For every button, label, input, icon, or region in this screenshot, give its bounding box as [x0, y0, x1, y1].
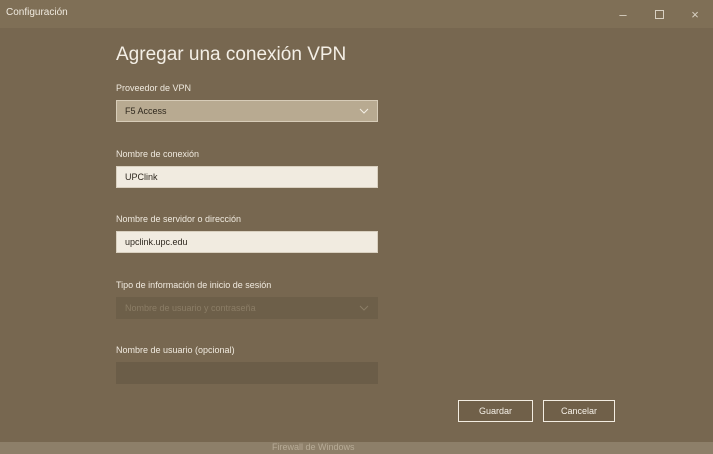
- window-controls: – ×: [605, 0, 713, 28]
- sign-in-type-label: Tipo de información de inicio de sesión: [116, 280, 272, 290]
- server-address-label: Nombre de servidor o dirección: [116, 214, 242, 224]
- add-vpn-dialog: Agregar una conexión VPN Proveedor de VP…: [0, 28, 713, 442]
- connection-name-input[interactable]: UPClink: [116, 166, 378, 188]
- username-input[interactable]: [116, 362, 378, 384]
- server-address-value: upclink.upc.edu: [125, 237, 188, 247]
- chevron-down-icon: [359, 304, 369, 312]
- chevron-down-icon: [359, 107, 369, 115]
- vpn-provider-label: Proveedor de VPN: [116, 83, 192, 93]
- connection-name-value: UPClink: [125, 172, 158, 182]
- minimize-icon: –: [619, 6, 627, 22]
- sign-in-type-value: Nombre de usuario y contraseña: [125, 303, 256, 313]
- close-button[interactable]: ×: [677, 0, 713, 28]
- minimize-button[interactable]: –: [605, 0, 641, 28]
- close-icon: ×: [691, 6, 699, 22]
- vpn-provider-value: F5 Access: [125, 106, 167, 116]
- title-bar: Configuración – ×: [0, 0, 713, 28]
- window-title: Configuración: [6, 7, 68, 18]
- username-label: Nombre de usuario (opcional): [116, 345, 235, 355]
- connection-name-label: Nombre de conexión: [116, 149, 200, 159]
- server-address-input[interactable]: upclink.upc.edu: [116, 231, 378, 253]
- sign-in-type-select[interactable]: Nombre de usuario y contraseña: [116, 297, 378, 319]
- background-strip: Firewall de Windows: [0, 442, 713, 454]
- maximize-icon: [654, 9, 664, 19]
- background-footer-text: Firewall de Windows: [272, 442, 355, 452]
- maximize-button[interactable]: [641, 0, 677, 28]
- settings-screen: Configuración – × Agregar una conexión V…: [0, 0, 713, 454]
- cancel-button[interactable]: Cancelar: [543, 400, 615, 422]
- dialog-title: Agregar una conexión VPN: [116, 44, 347, 65]
- dialog-buttons: Guardar Cancelar: [458, 400, 615, 422]
- save-button[interactable]: Guardar: [458, 400, 533, 422]
- vpn-provider-select[interactable]: F5 Access: [116, 100, 378, 122]
